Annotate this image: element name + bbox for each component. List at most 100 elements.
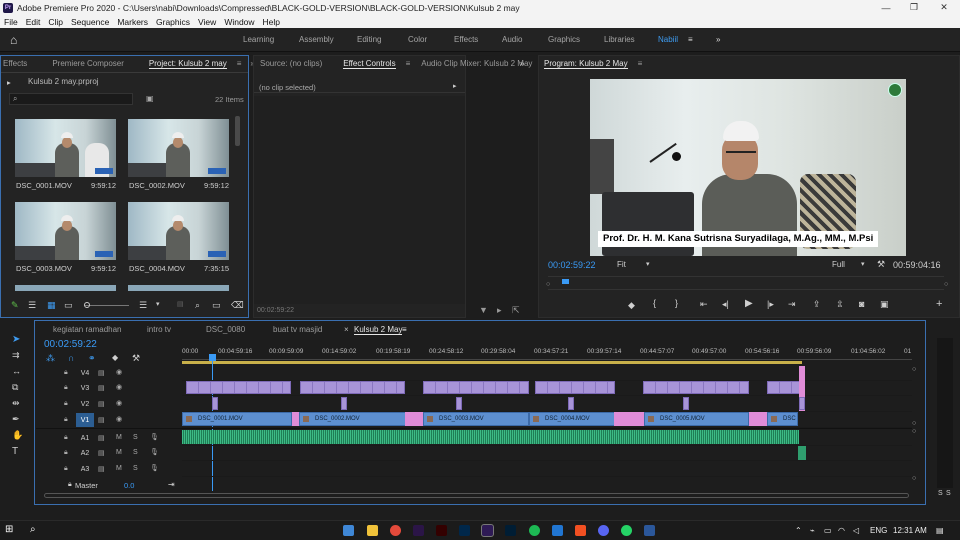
v1-video-clip[interactable]: DSC — [767, 412, 798, 426]
menu-sequence[interactable]: Sequence — [67, 17, 113, 27]
step-forward-icon[interactable]: |▸ — [767, 299, 774, 310]
panel-menu-icon[interactable]: ≡ — [402, 325, 407, 334]
file-explorer-icon[interactable] — [367, 525, 378, 536]
discord-icon[interactable] — [598, 525, 609, 536]
timeline-timecode[interactable]: 00:02:59:22 — [44, 339, 97, 350]
workspace-assembly[interactable]: Assembly — [299, 35, 334, 44]
workspace-learning[interactable]: Learning — [243, 35, 274, 44]
scroll-dot[interactable]: ○ — [912, 420, 916, 427]
pen-tool-icon[interactable]: ✒ — [12, 414, 20, 425]
wifi-icon[interactable]: ◠ — [838, 526, 845, 535]
track-label[interactable]: V2 — [76, 397, 94, 411]
chrome-icon[interactable] — [390, 525, 401, 536]
selection-tool-icon[interactable]: ➤ — [12, 334, 20, 345]
whatsapp-icon[interactable] — [621, 525, 632, 536]
tray-chevron-icon[interactable]: ⌃ — [795, 526, 802, 535]
track-label[interactable]: A2 — [76, 446, 94, 460]
search-icon[interactable]: ⌕ — [30, 524, 36, 535]
list-view-icon[interactable]: ☰ — [28, 300, 36, 311]
type-tool-icon[interactable]: T — [12, 446, 18, 457]
battery-icon[interactable]: ▭ — [824, 526, 832, 535]
solo-right-label[interactable]: S — [946, 490, 951, 497]
workspace-libraries[interactable]: Libraries — [604, 35, 635, 44]
lift-icon[interactable]: ⇪ — [813, 299, 821, 310]
sync-lock-icon[interactable]: ▤ — [98, 449, 105, 457]
video-clip[interactable] — [767, 381, 800, 394]
program-timecode[interactable]: 00:02:59:22 — [548, 260, 596, 270]
workspace-graphics[interactable]: Graphics — [548, 35, 580, 44]
lock-icon[interactable]: 🔒︎ — [68, 481, 72, 489]
program-video-frame[interactable]: Prof. Dr. H. M. Kana Sutrisna Suryadilag… — [590, 79, 906, 256]
spotify-icon[interactable] — [529, 525, 540, 536]
microphone-icon[interactable]: 🎙︎ — [150, 464, 159, 472]
program-scrubber[interactable] — [548, 276, 944, 290]
camera-icon[interactable]: ◙ — [859, 299, 864, 309]
illustrator-icon[interactable] — [436, 525, 447, 536]
tab-premiere-composer[interactable]: Premiere Composer — [32, 59, 129, 68]
bin-icon[interactable]: ▣ — [146, 94, 154, 103]
ripple-edit-tool-icon[interactable]: ↔ — [12, 366, 21, 376]
linked-selection-icon[interactable]: ⚭ — [88, 353, 96, 364]
scroll-dot[interactable]: ○ — [912, 475, 916, 482]
lock-icon[interactable]: 🔒︎ — [64, 416, 68, 424]
track-label[interactable]: V3 — [76, 381, 94, 395]
clip-thumbnail[interactable] — [15, 202, 116, 260]
premiere-pro-icon[interactable] — [481, 524, 494, 537]
scroll-dot[interactable]: ○ — [912, 428, 916, 435]
resolution-select[interactable]: Full — [832, 260, 845, 269]
microphone-icon[interactable]: 🎙︎ — [150, 433, 159, 441]
tab-effect-controls[interactable]: Effect Controls — [327, 58, 400, 69]
menu-markers[interactable]: Markers — [113, 17, 152, 27]
transition-clip[interactable] — [292, 412, 299, 426]
transition-clip[interactable] — [749, 412, 767, 426]
solo-button[interactable]: S — [133, 465, 138, 472]
play-only-icon[interactable]: ▸ — [497, 305, 502, 316]
close-tab-icon[interactable]: × — [344, 325, 349, 334]
chevron-down-icon[interactable]: ▾ — [861, 260, 865, 268]
lock-icon[interactable]: 🔒︎ — [64, 369, 68, 377]
workspace-nabiil[interactable]: Nabiil — [658, 35, 678, 44]
menu-file[interactable]: File — [0, 17, 22, 27]
automate-icon[interactable]: ▤ — [177, 300, 184, 308]
video-clip[interactable] — [300, 381, 405, 394]
photoshop-icon[interactable] — [505, 525, 516, 536]
audio-clip[interactable] — [182, 430, 799, 444]
video-clip[interactable] — [535, 381, 615, 394]
panel-menu-icon[interactable]: ≡ — [633, 59, 648, 68]
audio-clip[interactable] — [798, 446, 806, 460]
timeline-tab-buat-tv-masjid[interactable]: buat tv masjid — [273, 325, 322, 334]
project-scrollbar[interactable] — [235, 116, 240, 146]
go-to-out-icon[interactable]: ⇥ — [788, 299, 796, 310]
windows-start-icon[interactable]: ⊞ — [5, 524, 13, 535]
panel-menu-icon[interactable]: ≡ — [401, 59, 416, 68]
lock-icon[interactable]: 🔒︎ — [64, 449, 68, 457]
audio-track-row[interactable]: 🔒︎ A3 ▤ M S 🎙︎ — [36, 462, 912, 477]
add-marker-icon[interactable]: ◆ — [112, 353, 118, 362]
timeline-scrollbar[interactable] — [44, 493, 909, 498]
go-to-in-icon[interactable]: ⇤ — [700, 299, 708, 310]
tab-source[interactable]: Source: (no clips) — [254, 59, 327, 68]
hand-tool-icon[interactable]: ✋ — [12, 430, 23, 441]
export-frame-icon[interactable]: ⇱ — [512, 305, 520, 316]
sync-lock-icon[interactable]: ▤ — [98, 400, 105, 408]
eye-icon[interactable]: ◉ — [116, 399, 122, 407]
sync-lock-icon[interactable]: ▤ — [98, 434, 105, 442]
panel-menu-icon[interactable]: ≡ — [232, 59, 247, 68]
lock-icon[interactable]: 🔒︎ — [64, 434, 68, 442]
filter-icon[interactable]: ▼ — [479, 305, 488, 315]
playhead-marker[interactable] — [562, 279, 569, 284]
app-icon[interactable] — [552, 525, 563, 536]
menu-view[interactable]: View — [194, 17, 220, 27]
mute-button[interactable]: M — [116, 434, 122, 441]
workspace-more-icon[interactable]: » — [716, 35, 720, 44]
clip-thumbnail[interactable] — [128, 119, 229, 177]
play-icon[interactable]: ▶ — [745, 298, 753, 309]
find-icon[interactable]: ⌕ — [195, 300, 200, 311]
video-clip[interactable] — [341, 397, 347, 410]
clip-thumbnail[interactable] — [128, 285, 229, 291]
menu-edit[interactable]: Edit — [22, 17, 45, 27]
v1-video-clip[interactable]: DSC_0003.MOV — [423, 412, 529, 426]
pencil-icon[interactable]: ✎ — [11, 300, 19, 311]
nest-icon[interactable]: ⁂ — [46, 353, 55, 364]
track-select-tool-icon[interactable]: ⇉ — [12, 350, 20, 361]
